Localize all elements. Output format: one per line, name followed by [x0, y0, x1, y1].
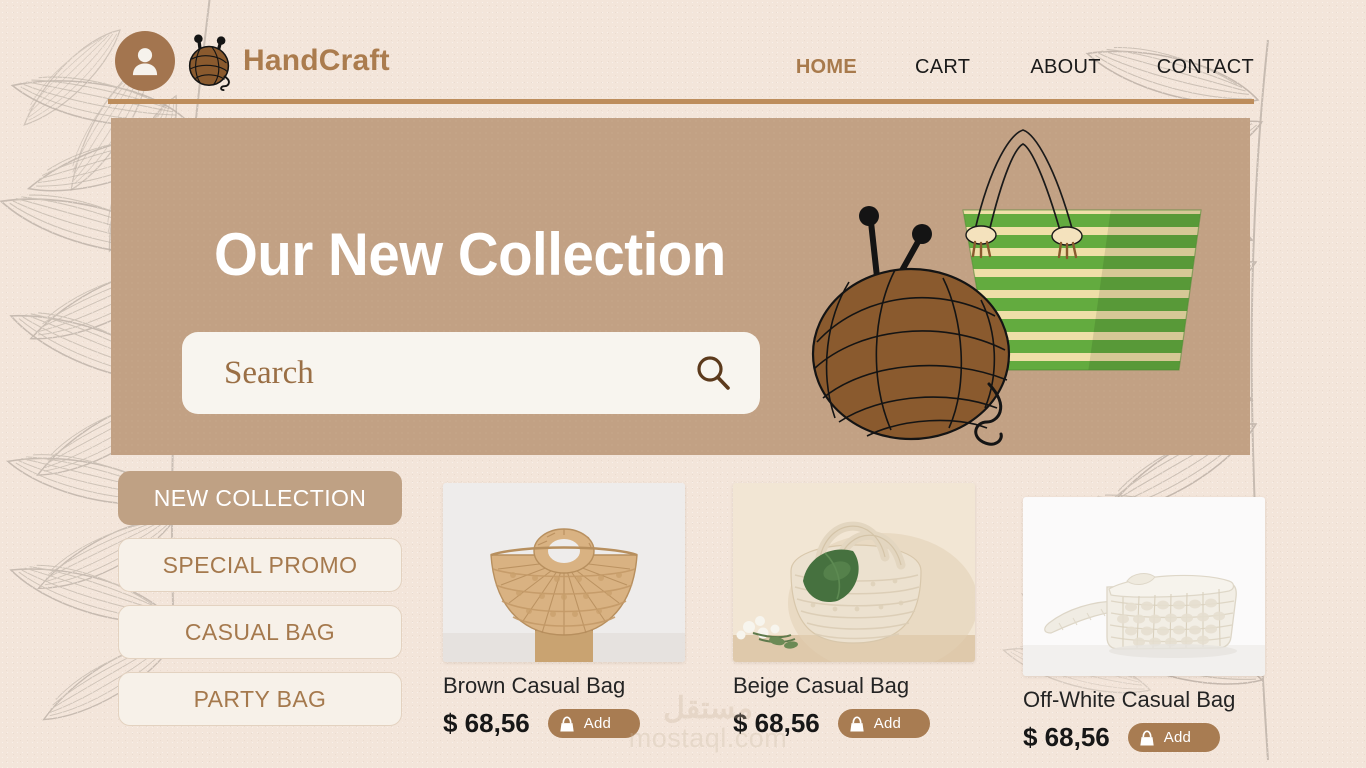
header-divider: [108, 99, 1254, 104]
product-meta-row: $ 68,56 Add: [443, 708, 685, 739]
add-button-label: Add: [873, 715, 902, 732]
handbag-icon: [850, 715, 864, 731]
product-title: Off-White Casual Bag: [1023, 687, 1236, 712]
user-avatar-icon[interactable]: [115, 31, 175, 91]
add-to-cart-button[interactable]: Add: [837, 709, 930, 738]
nav-item-home[interactable]: HOME: [796, 56, 857, 79]
add-to-cart-button[interactable]: Add: [547, 709, 640, 738]
handbag-icon: [560, 715, 574, 731]
add-button-label: Add: [1163, 729, 1192, 746]
product-grid: Brown Casual Bag $ 68,56 Add Beige Casua…: [443, 483, 1267, 753]
hero-title: Our New Collection: [214, 221, 726, 288]
product-title: Brown Casual Bag: [443, 673, 626, 698]
product-image-brown-casual-bag[interactable]: [443, 483, 685, 662]
product-card: Brown Casual Bag $ 68,56 Add: [443, 483, 685, 753]
product-title: Beige Casual Bag: [733, 673, 910, 698]
product-card: Beige Casual Bag $ 68,56 Add: [733, 483, 975, 753]
yarn-ball-icon: [188, 34, 230, 92]
main-navigation: HOME CART ABOUT CONTACT: [796, 56, 1254, 79]
product-meta-row: $ 68,56 Add: [1023, 722, 1265, 753]
brand-logo[interactable]: HandCraft: [115, 30, 390, 92]
product-price: $ 68,56: [1023, 722, 1110, 752]
handbag-icon: [1140, 729, 1154, 745]
product-image-off-white-casual-bag[interactable]: [1023, 497, 1265, 676]
product-image-beige-casual-bag[interactable]: [733, 483, 975, 662]
search-bar[interactable]: [182, 332, 760, 414]
sidebar-item-party-bag[interactable]: PARTY BAG: [118, 672, 402, 726]
hero-illustration-yarn-and-bag: [811, 129, 1202, 446]
nav-item-cart[interactable]: CART: [915, 56, 970, 79]
search-icon[interactable]: [692, 352, 734, 394]
site-header: HandCraft HOME CART ABOUT CONTACT: [0, 0, 1366, 104]
product-price: $ 68,56: [443, 708, 530, 738]
product-card: Off-White Casual Bag $ 68,56 Add: [1023, 497, 1265, 753]
sidebar-item-casual-bag[interactable]: CASUAL BAG: [118, 605, 402, 659]
sidebar-item-special-promo[interactable]: SPECIAL PROMO: [118, 538, 402, 592]
nav-item-contact[interactable]: CONTACT: [1157, 56, 1254, 79]
hero-banner: Our New Collection: [111, 118, 1250, 455]
add-to-cart-button[interactable]: Add: [1127, 723, 1220, 752]
add-button-label: Add: [583, 715, 612, 732]
search-input[interactable]: [224, 354, 692, 392]
nav-item-about[interactable]: ABOUT: [1030, 56, 1100, 79]
category-sidebar: NEW COLLECTION SPECIAL PROMO CASUAL BAG …: [118, 471, 402, 726]
brand-name: HandCraft: [243, 44, 390, 77]
product-price: $ 68,56: [733, 708, 820, 738]
sidebar-item-new-collection[interactable]: NEW COLLECTION: [118, 471, 402, 525]
product-meta-row: $ 68,56 Add: [733, 708, 975, 739]
